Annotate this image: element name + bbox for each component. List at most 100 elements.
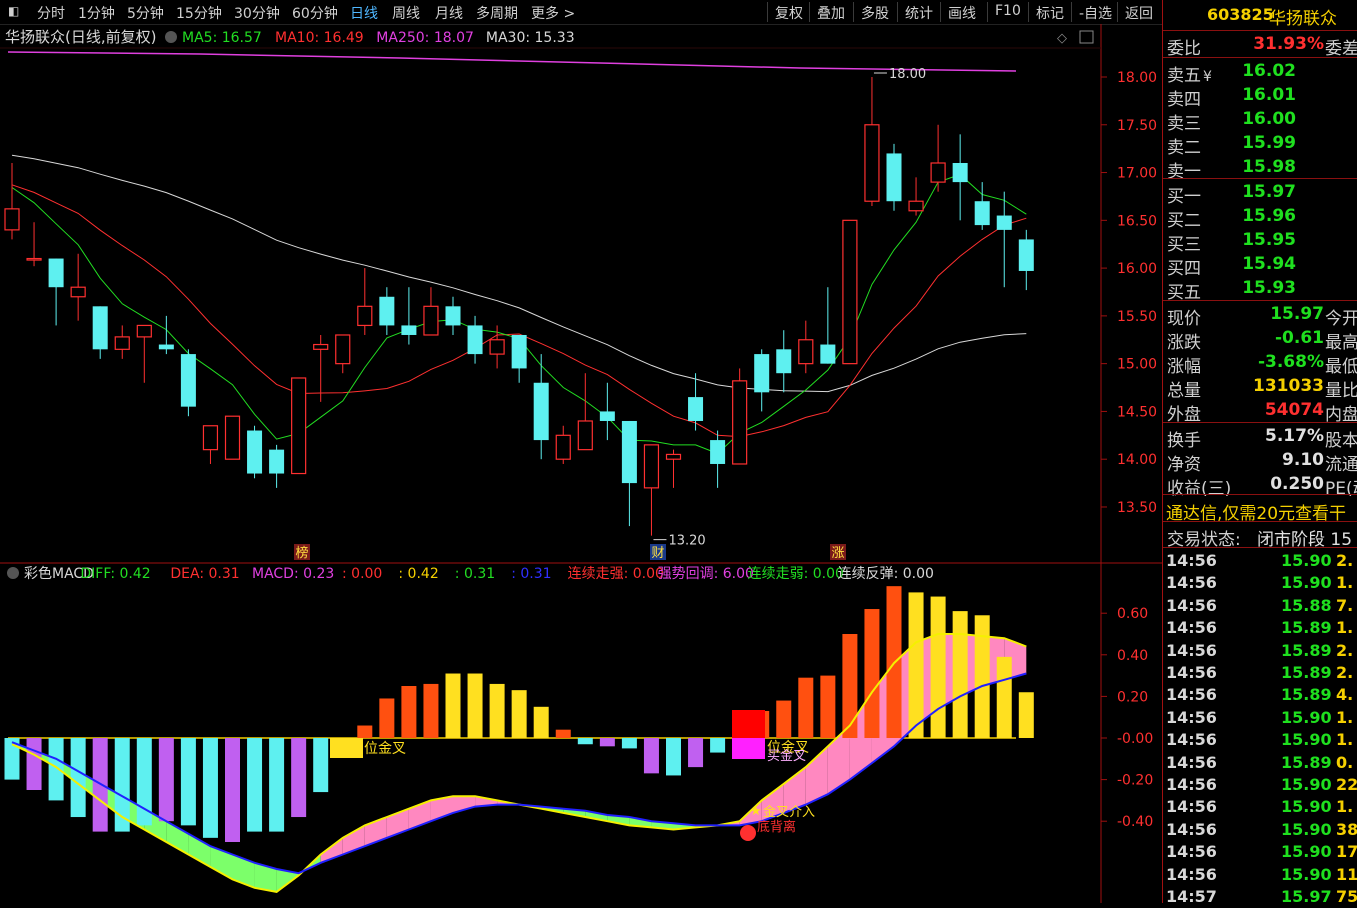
sell-level-3: 卖二 15.99 [1167, 133, 1296, 158]
candle-body [776, 349, 792, 374]
stat2-row-0: 换手 5.17% 股本 [1167, 426, 1357, 451]
candle-body [710, 440, 726, 464]
ma-label-0: MA5: 16.57 [182, 30, 262, 46]
ma250-line [7, 51, 1017, 72]
event-marker-0: 榜 [295, 545, 308, 561]
buy-level-2: 买三 15.95 [1167, 230, 1296, 255]
macd-bar [974, 615, 990, 738]
candle-body [26, 257, 42, 261]
tick-row: 14:5615.9022. [1166, 775, 1357, 794]
macd-axis-label: -0.20 [1117, 773, 1153, 789]
ma10-line [11, 184, 1027, 438]
candle-body [379, 296, 395, 326]
candle-body [886, 153, 902, 202]
candle-body [269, 449, 285, 474]
tick-row: 14:56 15.90 1. [1166, 797, 1354, 817]
macd-collapse-icon [7, 567, 19, 579]
candle-body [423, 305, 439, 336]
candle-body [643, 444, 660, 489]
tick-row: 14:5615.9017. [1166, 842, 1357, 862]
candle-body [247, 430, 263, 474]
macd-bar [952, 611, 968, 738]
quote-divider [1163, 30, 1357, 31]
candle-body [467, 325, 483, 355]
low-price-label: 13.20 [668, 534, 705, 549]
macd-header-6: : 0.31 [455, 566, 495, 582]
event-marker-1: 财 [651, 546, 664, 561]
macd-band [188, 833, 211, 867]
tick-row: 14:56 15.89 1. [1166, 618, 1354, 638]
candle-body [864, 124, 880, 202]
high-price-label: 18.00 [889, 67, 926, 82]
macd-bar [930, 596, 946, 738]
buy-cross-label: 买金叉 [767, 748, 806, 764]
macd-bar [401, 686, 417, 738]
sell-level-1: 卖四 16.01 [1167, 85, 1296, 110]
macd-bar [445, 673, 461, 738]
macd-header-5: : 0.42 [398, 566, 438, 582]
macd-bar [643, 738, 659, 774]
stat-row-1: 涨跌 -0.61 最高 [1167, 328, 1357, 353]
candle-body [48, 258, 64, 288]
candle-body [136, 324, 152, 338]
stat2-row-1: 净资 9.10 流通 [1167, 450, 1357, 475]
candle-body [599, 411, 615, 421]
ma-label-1: MA10: 16.49 [275, 30, 364, 46]
macd-header-2: DEA: 0.31 [170, 566, 239, 582]
candle-body [798, 339, 814, 365]
tick-row: 14:56 15.90 1. [1166, 730, 1354, 750]
quote-divider [1163, 300, 1357, 301]
sell-level-0: 卖五 ¥16.02 [1167, 61, 1296, 86]
ma-label-3: MA30: 15.33 [486, 30, 575, 46]
macd-bar [621, 738, 637, 749]
macd-header-11: 连续反弹: 0.00 [838, 565, 934, 582]
macd-bar [666, 738, 681, 776]
ma-label-2: MA250: 18.07 [376, 30, 474, 46]
price-axis-label: 17.50 [1117, 118, 1157, 134]
macd-bar [842, 634, 858, 738]
ad-banner: 通达信,仅需20元查看干 [1166, 504, 1347, 524]
macd-bar [908, 592, 924, 738]
collapse-icon [165, 31, 177, 43]
price-axis-label: 13.50 [1117, 500, 1157, 516]
macd-bar [70, 738, 86, 818]
stock-code: 603825 [1207, 5, 1274, 24]
cross-box-magenta [732, 738, 765, 759]
macd-bar [291, 738, 307, 818]
divergence-ball-icon [740, 825, 756, 841]
macd-header-4: : 0.00 [342, 566, 382, 582]
event-marker-2: 涨 [831, 546, 844, 561]
ma5-line [11, 173, 1027, 455]
candle-body [732, 380, 748, 465]
macd-header-10: 连续走弱: 0.00 [748, 565, 844, 582]
stat-row-4: 外盘 54074 内盘 [1167, 400, 1357, 425]
macd-bar [269, 738, 285, 832]
price-axis-label: 16.50 [1117, 213, 1157, 229]
macd-bar [688, 738, 704, 768]
buy-level-1: 买二 15.96 [1167, 206, 1296, 231]
macd-bar [48, 738, 64, 801]
candle-body [1018, 239, 1034, 271]
tick-row: 14:56 15.89 4. [1166, 685, 1354, 705]
candle-body [202, 425, 219, 451]
tick-row: 14:56 15.90 2. [1166, 551, 1354, 570]
chart-area[interactable]: 18.00 17.50 17.00 16.50 16.00 15.50 15.00 14.50… [0, 0, 1162, 903]
macd-axis-label: 0.60 [1117, 606, 1148, 622]
candle-body [974, 201, 990, 226]
macd-bar [158, 738, 174, 822]
quote-divider [1163, 494, 1357, 495]
macd-bar [710, 738, 726, 753]
tick-row: 14:56 15.90 1. [1166, 707, 1354, 727]
tick-row: 14:5615.9011. [1166, 864, 1357, 884]
stock-name: 华扬联众 [1269, 9, 1337, 29]
macd-bar [996, 656, 1012, 738]
macd-bar [26, 738, 42, 790]
macd-bar [423, 683, 439, 738]
candle-body [665, 453, 682, 460]
candle-body [92, 306, 108, 350]
golden-cross-label-1: 位金叉 [364, 741, 406, 757]
star-icon: ★ [750, 804, 762, 819]
macd-bar [864, 609, 880, 738]
price-axis-label: 15.50 [1117, 309, 1157, 325]
candle-body [511, 334, 527, 369]
